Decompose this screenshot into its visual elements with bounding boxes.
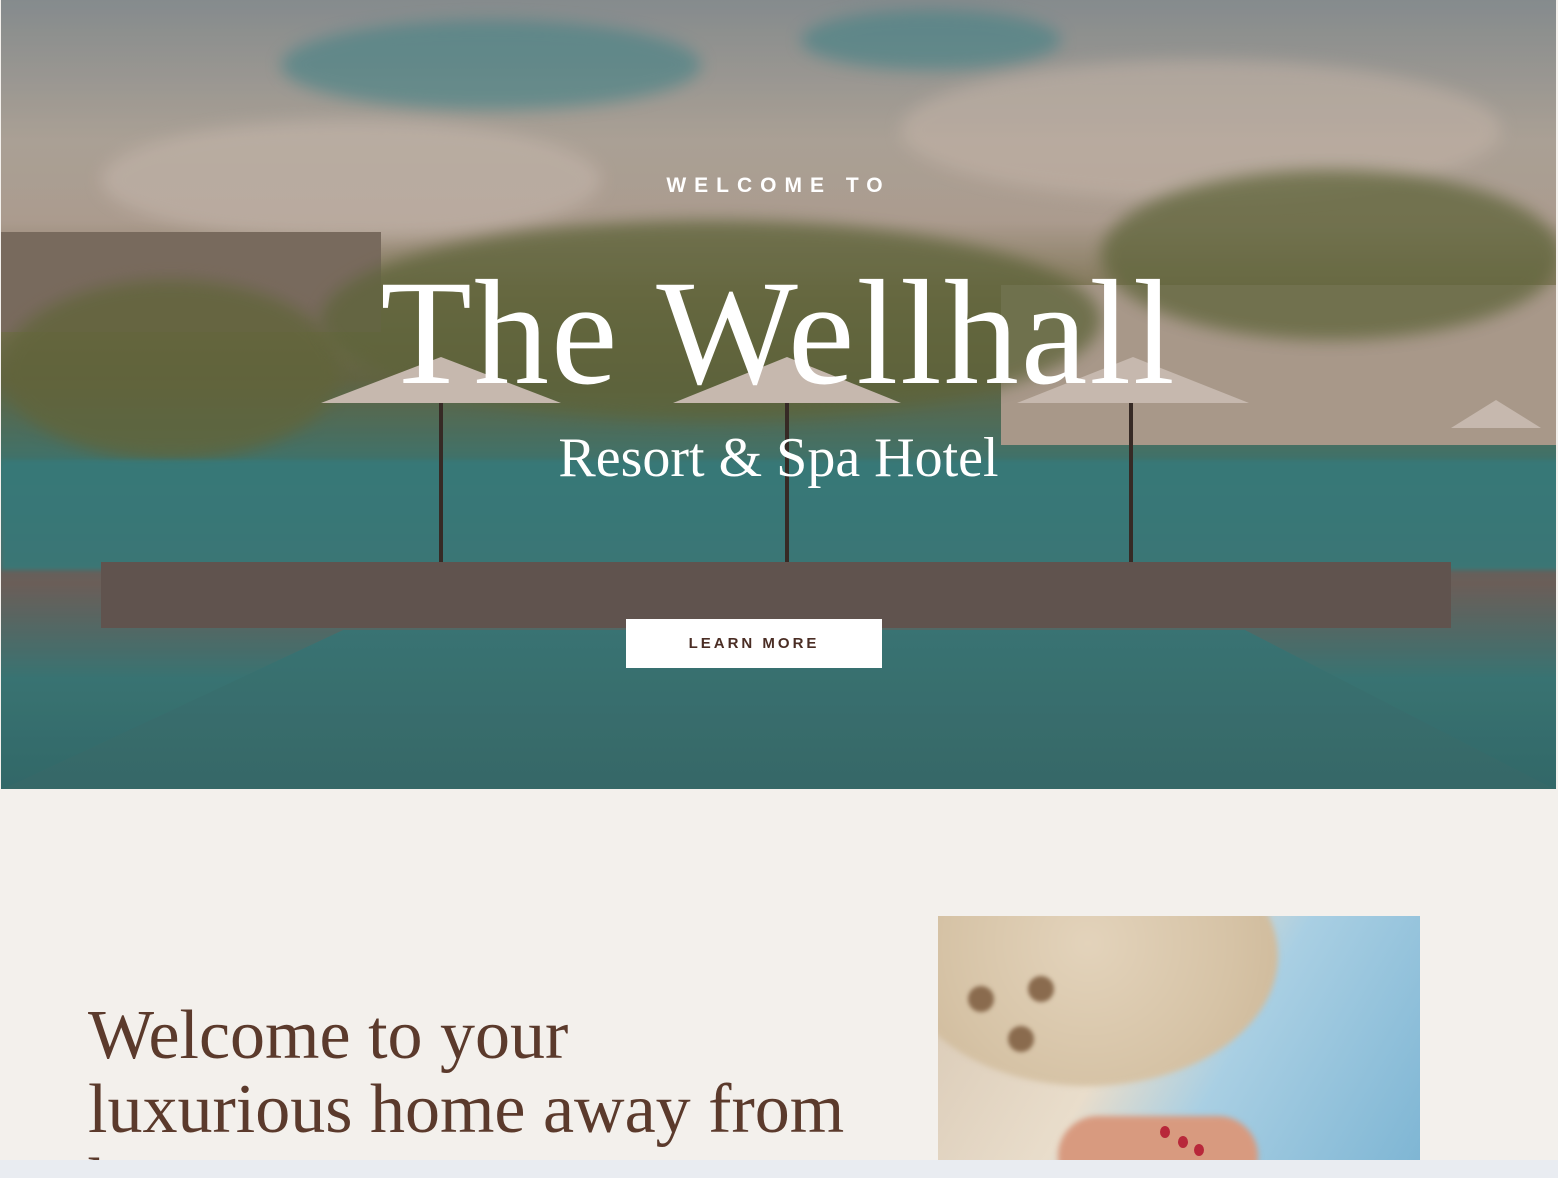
- intro-photo: [938, 916, 1420, 1160]
- hero-title: The Wellhall: [380, 250, 1177, 416]
- intro-heading: Welcome to your luxurious home away from…: [88, 997, 845, 1161]
- horizontal-scrollbar[interactable]: [0, 1160, 1558, 1178]
- hero-subtitle: Resort & Spa Hotel: [558, 427, 999, 489]
- hero-content: WELCOME TO The Wellhall Resort & Spa Hot…: [1, 0, 1556, 789]
- learn-more-button[interactable]: LEARN MORE: [626, 619, 882, 668]
- intro-section: Welcome to your luxurious home away from…: [0, 789, 1558, 1160]
- hero-eyebrow: WELCOME TO: [666, 174, 891, 197]
- hero-banner: WELCOME TO The Wellhall Resort & Spa Hot…: [1, 0, 1556, 789]
